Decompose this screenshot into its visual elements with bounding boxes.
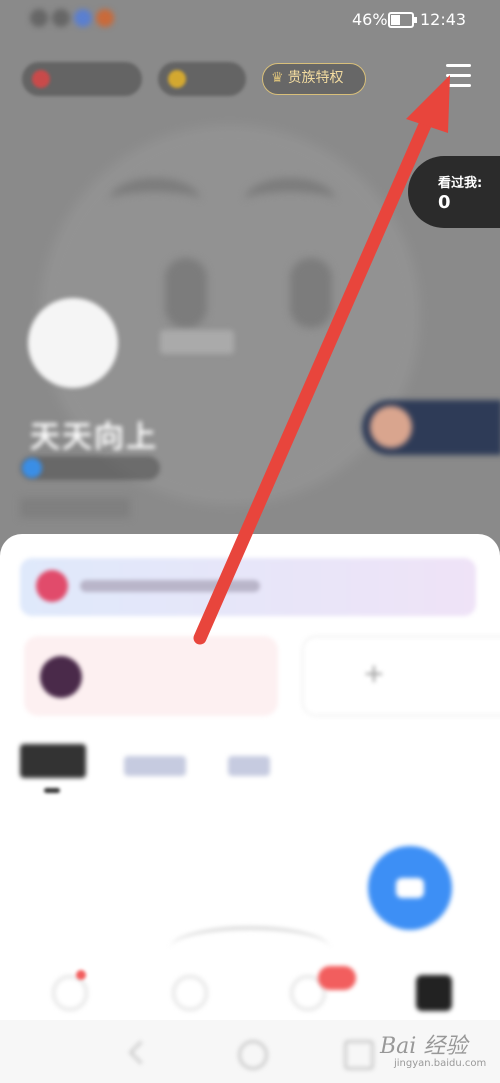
user-id-badge <box>160 330 234 354</box>
vip-privilege-button[interactable]: ♛ 贵族特权 <box>262 63 366 95</box>
decorative-brow-right <box>245 178 335 222</box>
decorative-brow-left <box>110 178 200 222</box>
profile-screen: 46% 12:43 ♛ 贵族特权 看过我: 0 天天向上 + Bai 经验 ji… <box>0 0 500 1083</box>
avatar[interactable] <box>28 298 118 388</box>
visitors-label: 看过我: <box>438 176 483 191</box>
tab-active-indicator <box>44 788 60 793</box>
nav-discover-tab[interactable] <box>172 975 208 1011</box>
battery-percent: 46% <box>352 10 388 29</box>
battery-icon <box>388 12 417 28</box>
tab-second[interactable] <box>124 756 186 776</box>
diamond-balance-chip[interactable] <box>22 62 142 96</box>
feature-card-right[interactable] <box>302 636 500 716</box>
menu-icon-bar <box>446 74 471 77</box>
nav-profile-tab[interactable] <box>416 975 452 1011</box>
notification-icons <box>30 9 210 29</box>
visitors-count: 0 <box>438 192 451 213</box>
tab-posts[interactable] <box>20 744 86 778</box>
crown-icon: ♛ <box>271 70 284 86</box>
baidu-watermark: Bai 经验 <box>380 1034 468 1059</box>
nav-home-tab[interactable] <box>52 975 88 1011</box>
user-meta-text <box>20 498 130 518</box>
menu-icon-bar <box>446 64 471 67</box>
nav-message-badge <box>318 966 356 990</box>
feature-card-left[interactable] <box>24 636 278 716</box>
menu-icon-bar <box>446 84 471 87</box>
activity-banner[interactable] <box>362 400 500 455</box>
notification-icon <box>52 9 70 27</box>
decorative-eye-left <box>165 258 207 328</box>
promo-card[interactable] <box>20 558 476 616</box>
coin-balance-chip[interactable] <box>158 62 246 96</box>
decorative-eye-right <box>290 258 332 328</box>
nav-notification-dot <box>76 970 86 980</box>
empty-state-illustration <box>160 864 340 944</box>
camera-fab-button[interactable] <box>368 846 452 930</box>
notification-icon <box>96 9 114 27</box>
bottom-tab-bar <box>0 950 500 1020</box>
diamond-icon <box>32 70 50 88</box>
home-icon[interactable] <box>238 1040 268 1070</box>
vip-privilege-label: 贵族特权 <box>287 70 344 86</box>
back-icon[interactable] <box>128 1040 153 1065</box>
user-tag <box>20 456 160 480</box>
username: 天天向上 <box>30 420 158 455</box>
menu-button[interactable] <box>440 60 476 94</box>
status-bar: 46% 12:43 <box>0 0 500 40</box>
clock: 12:43 <box>420 10 467 29</box>
tab-third[interactable] <box>228 756 270 776</box>
recent-apps-icon[interactable] <box>344 1040 374 1070</box>
notification-icon <box>30 9 48 27</box>
notification-icon <box>74 9 92 27</box>
visitors-panel[interactable]: 看过我: 0 <box>408 156 500 228</box>
coin-icon <box>168 70 186 88</box>
baidu-watermark-url: jingyan.baidu.com <box>394 1058 487 1069</box>
